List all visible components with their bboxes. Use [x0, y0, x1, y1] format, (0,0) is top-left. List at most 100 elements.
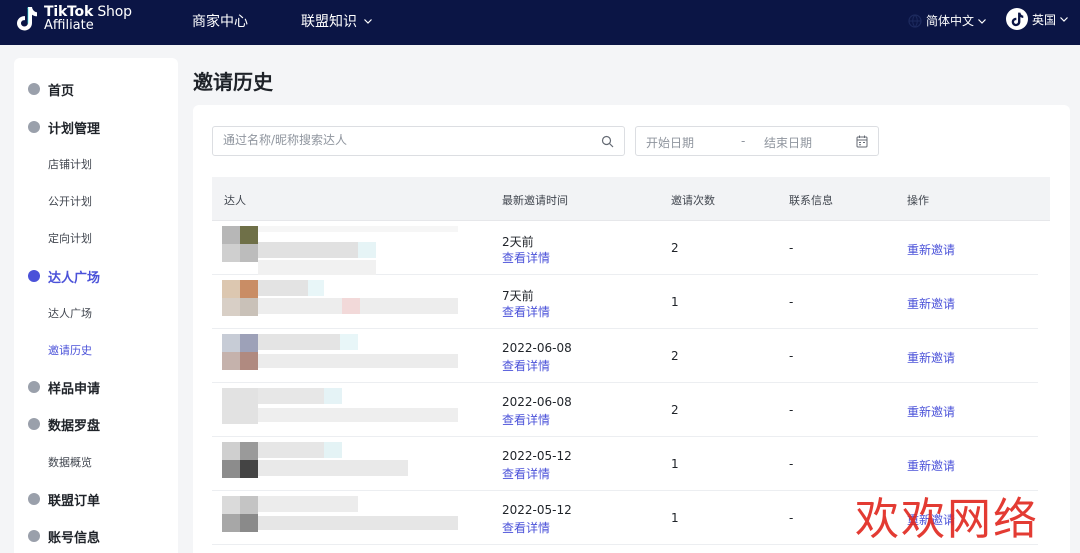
view-details-link[interactable]: 查看详情 — [502, 411, 550, 428]
invite-count: 2 — [671, 349, 679, 363]
search-input[interactable] — [223, 133, 583, 147]
tiktok-avatar-icon — [1011, 12, 1023, 26]
view-details-link[interactable]: 查看详情 — [502, 357, 550, 374]
sidebar-item-home[interactable]: 首页 — [14, 74, 178, 104]
sidebar-item-store-plan[interactable]: 店铺计划 — [14, 149, 178, 179]
col-creator: 达人 — [224, 194, 246, 207]
calendar-icon[interactable] — [856, 135, 868, 148]
start-date-field[interactable]: 开始日期 — [646, 134, 694, 151]
logo-affiliate-text: Affiliate — [44, 18, 94, 33]
table-row: 7天前 查看详情 1 - 重新邀请 — [212, 275, 1038, 329]
blurred-creator-info — [222, 226, 467, 276]
latest-invite-time: 2022-06-08 — [502, 395, 572, 409]
plan-icon — [28, 121, 40, 133]
tiktok-shop-affiliate-logo[interactable]: TikTok Shop Affiliate — [16, 5, 132, 33]
sidebar-item-public-plan[interactable]: 公开计划 — [14, 186, 178, 216]
blurred-creator-info — [222, 442, 467, 486]
table-row: 2022-06-08 查看详情 2 - 重新邀请 — [212, 383, 1038, 437]
nav-merchant-label: 商家中心 — [192, 14, 248, 30]
sidebar-item-label: 账号信息 — [48, 530, 101, 546]
nav-knowledge-label: 联盟知识 — [301, 14, 357, 30]
invite-count: 1 — [671, 511, 679, 525]
latest-invite-time: 2天前 — [502, 235, 534, 249]
view-details-link[interactable]: 查看详情 — [502, 519, 550, 536]
reinvite-button[interactable]: 重新邀请 — [907, 403, 955, 420]
sidebar-item-label: 定向计划 — [48, 232, 92, 245]
user-icon — [28, 530, 40, 542]
invite-count: 2 — [671, 241, 679, 255]
creator-search-box[interactable] — [212, 126, 625, 156]
date-separator: - — [741, 134, 746, 148]
sidebar-item-label: 邀请历史 — [48, 344, 92, 357]
sidebar-item-invite-history[interactable]: 邀请历史 — [14, 335, 178, 365]
table-row: 2天前 查看详情 2 - 重新邀请 — [212, 221, 1038, 276]
nav-merchant-center[interactable]: 商家中心 — [192, 11, 248, 31]
contact-info: - — [789, 511, 794, 525]
sidebar-item-targeted-plan[interactable]: 定向计划 — [14, 223, 178, 253]
view-details-link[interactable]: 查看详情 — [502, 303, 550, 320]
region-label: 英国 — [1032, 12, 1057, 27]
sidebar-item-label: 达人广场 — [48, 307, 92, 320]
contact-info: - — [789, 295, 794, 309]
contact-info: - — [789, 403, 794, 417]
chevron-down-icon — [978, 18, 986, 24]
compass-icon — [28, 418, 40, 430]
sidebar-item-label: 首页 — [48, 83, 75, 99]
col-invite-count: 邀请次数 — [671, 194, 715, 207]
sidebar-item-label: 店铺计划 — [48, 158, 92, 171]
invite-count: 1 — [671, 295, 679, 309]
sidebar-item-account-info[interactable]: 账号信息 — [14, 521, 178, 551]
language-label: 简体中文 — [926, 14, 975, 28]
reinvite-button[interactable]: 重新邀请 — [907, 349, 955, 366]
top-navbar: TikTok Shop Affiliate 商家中心 联盟知识 简体中文 英国 — [0, 0, 1080, 45]
view-details-link[interactable]: 查看详情 — [502, 465, 550, 482]
col-latest-invite-time: 最新邀请时间 — [502, 194, 568, 207]
box-icon — [28, 381, 40, 393]
col-actions: 操作 — [907, 194, 929, 207]
blurred-creator-info — [222, 496, 467, 540]
language-selector[interactable]: 简体中文 — [908, 12, 987, 29]
reinvite-button[interactable]: 重新邀请 — [907, 241, 955, 258]
home-icon — [28, 83, 40, 95]
account-region-menu[interactable]: 英国 — [1006, 8, 1069, 30]
invite-count: 2 — [671, 403, 679, 417]
sidebar-item-label: 样品申请 — [48, 381, 101, 397]
blurred-creator-info — [222, 388, 467, 432]
search-icon[interactable] — [601, 135, 614, 148]
contact-info: - — [789, 349, 794, 363]
latest-invite-time: 2022-06-08 — [502, 341, 572, 355]
sidebar-item-label: 达人广场 — [48, 270, 101, 286]
page-title: 邀请历史 — [193, 70, 273, 94]
sidebar-item-affiliate-orders[interactable]: 联盟订单 — [14, 484, 178, 514]
sidebar-item-label: 数据概览 — [48, 456, 92, 469]
table-row: 2022-06-08 查看详情 2 - 重新邀请 — [212, 329, 1038, 383]
view-details-link[interactable]: 查看详情 — [502, 249, 550, 266]
invite-count: 1 — [671, 457, 679, 471]
sidebar-item-creator-square-sub[interactable]: 达人广场 — [14, 298, 178, 328]
sidebar-item-data-overview[interactable]: 数据概览 — [14, 447, 178, 477]
contact-info: - — [789, 241, 794, 255]
date-range-picker[interactable]: 开始日期 - 结束日期 — [635, 126, 879, 156]
sidebar-item-plan-management[interactable]: 计划管理 — [14, 112, 178, 142]
tiktok-logo-icon — [17, 7, 37, 31]
watermark-text: 欢欢网络 — [855, 494, 1039, 545]
blurred-creator-info — [222, 334, 467, 378]
chevron-down-icon — [364, 19, 372, 24]
sidebar-item-label: 公开计划 — [48, 195, 92, 208]
sidebar-item-label: 数据罗盘 — [48, 418, 101, 434]
sidebar-item-label: 计划管理 — [48, 121, 101, 137]
blurred-creator-info — [222, 280, 467, 324]
reinvite-button[interactable]: 重新邀请 — [907, 457, 955, 474]
order-icon — [28, 493, 40, 505]
latest-invite-time: 7天前 — [502, 289, 534, 303]
sidebar-item-sample-request[interactable]: 样品申请 — [14, 372, 178, 402]
reinvite-button[interactable]: 重新邀请 — [907, 295, 955, 312]
nav-affiliate-knowledge[interactable]: 联盟知识 — [301, 11, 373, 31]
table-header: 达人 最新邀请时间 邀请次数 联系信息 操作 — [212, 177, 1050, 221]
sidebar-item-label: 联盟订单 — [48, 493, 101, 509]
search-circle-icon — [28, 270, 40, 282]
end-date-field[interactable]: 结束日期 — [764, 134, 812, 151]
sidebar-item-data-compass[interactable]: 数据罗盘 — [14, 409, 178, 439]
latest-invite-time: 2022-05-12 — [502, 449, 572, 463]
sidebar-item-creator-square[interactable]: 达人广场 — [14, 261, 178, 291]
